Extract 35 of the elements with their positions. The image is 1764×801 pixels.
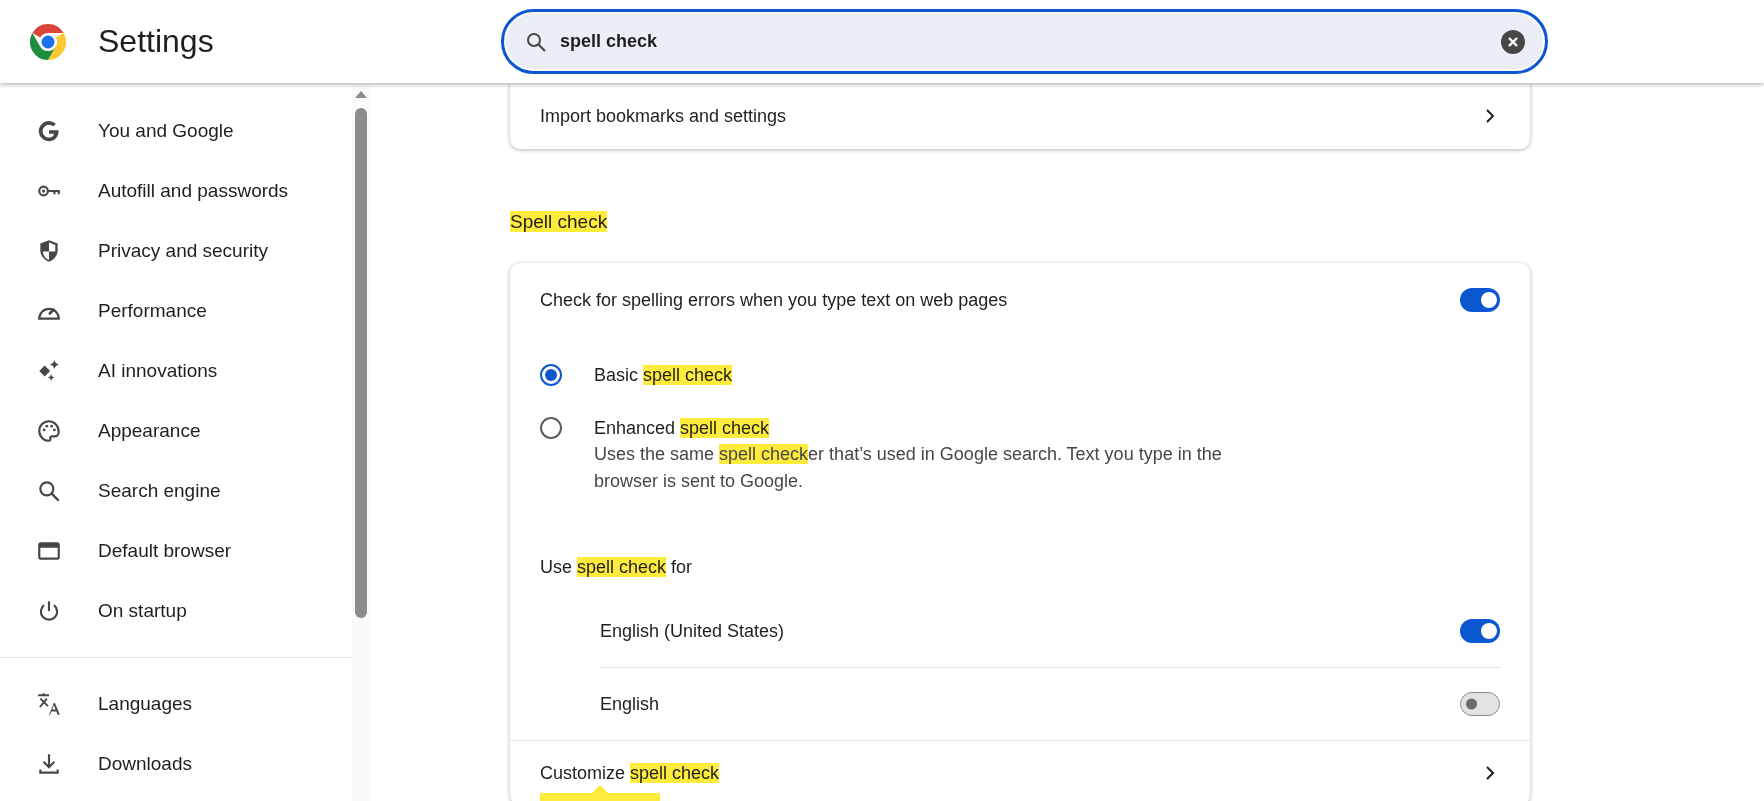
- page-title: Settings: [98, 23, 215, 60]
- sidebar-item[interactable]: On startup: [0, 581, 352, 641]
- sidebar-item[interactable]: Autofill and passwords: [0, 161, 352, 221]
- palette-icon: [36, 418, 62, 444]
- scrollbar-thumb[interactable]: [355, 108, 367, 618]
- browser-logo-icon: [30, 23, 66, 60]
- setting-label: Check for spelling errors when you type text on web pages: [540, 289, 1008, 311]
- toggle-switch[interactable]: [1460, 288, 1500, 312]
- toggle-switch[interactable]: [1460, 619, 1500, 643]
- google-g-icon: [36, 118, 62, 144]
- search-field[interactable]: spell check: [501, 9, 1548, 74]
- language-label: English (United States): [600, 620, 785, 642]
- radio-button[interactable]: [540, 364, 562, 386]
- clear-icon[interactable]: [1501, 29, 1525, 54]
- translate-icon: [36, 691, 62, 717]
- sidebar-item[interactable]: Default browser: [0, 521, 352, 581]
- section-title: Spell check: [510, 211, 608, 232]
- sidebar-item[interactable]: AI innovations: [0, 341, 352, 401]
- languages-heading: Use spell check for: [540, 556, 693, 578]
- import-bookmarks-row[interactable]: Import bookmarks and settings: [510, 83, 1530, 149]
- search-icon: [36, 478, 62, 504]
- sidebar-item[interactable]: Performance: [0, 281, 352, 341]
- sidebar-item[interactable]: Search engine: [0, 461, 352, 521]
- sidebar-item[interactable]: Languages: [0, 674, 352, 734]
- toggle-switch[interactable]: [1460, 692, 1500, 716]
- option-label: Basic spell check: [594, 365, 733, 386]
- radio-button[interactable]: [540, 417, 562, 439]
- sidebar-item[interactable]: Downloads: [0, 734, 352, 794]
- scroll-up-icon[interactable]: [355, 90, 367, 98]
- option-label: Enhanced spell check: [594, 418, 771, 439]
- language-label: English: [600, 693, 660, 715]
- sidebar-item[interactable]: Privacy and security: [0, 221, 352, 281]
- sidebar-item[interactable]: You and Google: [0, 101, 352, 161]
- sidebar-item[interactable]: Appearance: [0, 401, 352, 461]
- download-icon: [36, 751, 62, 777]
